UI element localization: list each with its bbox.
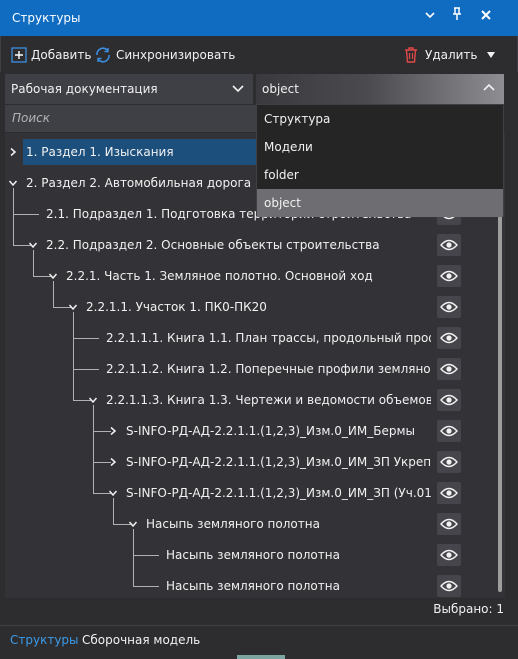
- chevron-down-icon[interactable]: [128, 519, 138, 529]
- toolbar: Добавить Синхронизировать Удалить: [0, 36, 518, 72]
- chevron-down-icon[interactable]: [68, 302, 78, 312]
- chevron-down-icon[interactable]: [420, 7, 440, 29]
- visibility-eye-icon[interactable]: [437, 265, 461, 287]
- tree-connector-line: [93, 405, 94, 493]
- chevron-down-icon[interactable]: [108, 488, 118, 498]
- tree-node-label: 2. Раздел 2. Автомобильная дорога: [26, 176, 252, 190]
- tree-node[interactable]: 2.2.1.1.3. Книга 1.3. Чертежи и ведомост…: [106, 387, 431, 413]
- type-option[interactable]: object: [257, 189, 503, 217]
- taskbar-fragment: [237, 655, 285, 659]
- visibility-eye-icon[interactable]: [437, 420, 461, 442]
- close-icon[interactable]: [476, 7, 496, 29]
- visibility-eye-icon[interactable]: [437, 327, 461, 349]
- sync-icon: [96, 47, 110, 63]
- type-option[interactable]: Модели: [257, 133, 503, 161]
- chevron-down-icon: [231, 81, 245, 98]
- tree-node-label: S-INFO-РД-АД-2.2.1.1.(1,2,3)_Изм.0_ИМ_ЗП…: [126, 455, 431, 469]
- tree-node-label: 2.2. Подраздел 2. Основные объекты строи…: [46, 238, 380, 252]
- tree-node[interactable]: Насыпь земляного полотна: [166, 573, 431, 598]
- chevron-right-icon[interactable]: [8, 147, 18, 157]
- visibility-eye-icon[interactable]: [437, 358, 461, 380]
- add-button-label: Добавить: [31, 48, 92, 62]
- tree-node-label: 2.2.1.1. Участок 1. ПК0-ПК20: [86, 300, 267, 314]
- tree-node[interactable]: 1. Раздел 1. Изыскания: [23, 139, 263, 165]
- tree-connector-line: [53, 281, 54, 307]
- tree-node[interactable]: 2.2.1. Часть 1. Земляное полотно. Основн…: [66, 263, 431, 289]
- visibility-eye-icon[interactable]: [437, 482, 461, 504]
- tree-node-label: S-INFO-РД-АД-2.2.1.1.(1,2,3)_Изм.0_ИМ_Бе…: [126, 424, 415, 438]
- tree-connector-line: [113, 498, 114, 524]
- tree-connector-line: [33, 250, 34, 276]
- tree-node-label: 2.2.1.1.1. Книга 1.1. План трассы, продо…: [106, 331, 431, 345]
- chevron-right-icon[interactable]: [108, 457, 118, 467]
- tree-node-label: 1. Раздел 1. Изыскания: [26, 145, 174, 159]
- tree-scrollbar[interactable]: [498, 216, 502, 592]
- add-button[interactable]: Добавить: [11, 45, 91, 65]
- tree-connector-line: [133, 555, 159, 556]
- tree-connector-line: [133, 586, 159, 587]
- delete-button-label: Удалить: [425, 48, 478, 62]
- trash-icon: [405, 47, 417, 63]
- sync-button[interactable]: Синхронизировать: [94, 45, 235, 65]
- add-icon: [11, 47, 27, 63]
- tree-connector-line: [73, 369, 99, 370]
- tree-node-label: Насыпь земляного полотна: [146, 517, 320, 531]
- pin-icon[interactable]: [447, 7, 467, 29]
- tree-node-label: S-INFO-РД-АД-2.2.1.1.(1,2,3)_Изм.0_ИМ_ЗП…: [126, 486, 431, 500]
- tree-connector-line: [73, 312, 74, 400]
- tree-node[interactable]: 2.2.1.1. Участок 1. ПК0-ПК20: [86, 294, 431, 320]
- tree-connector-line: [133, 529, 134, 586]
- doc-type-value: Рабочая документация: [11, 82, 158, 96]
- tree-node[interactable]: 2.2. Подраздел 2. Основные объекты строи…: [46, 232, 431, 258]
- type-option[interactable]: Структура: [257, 105, 503, 133]
- tree-node-label: Насыпь земляного полотна: [166, 548, 340, 562]
- chevron-down-icon[interactable]: [88, 395, 98, 405]
- chevron-down-icon[interactable]: [28, 240, 38, 250]
- tree-node[interactable]: Насыпь земляного полотна: [166, 542, 431, 568]
- visibility-eye-icon[interactable]: [437, 451, 461, 473]
- chevron-down-icon[interactable]: [48, 271, 58, 281]
- tree-connector-line: [13, 188, 14, 245]
- bottom-tabs: Структуры Сборочная модель: [0, 625, 518, 655]
- delete-button[interactable]: Удалить: [403, 45, 478, 65]
- title-bar: Структуры: [0, 0, 518, 36]
- tree-node-label: 2.2.1.1.2. Книга 1.2. Поперечные профили…: [106, 362, 431, 376]
- tree-node[interactable]: S-INFO-РД-АД-2.2.1.1.(1,2,3)_Изм.0_ИМ_ЗП…: [126, 480, 431, 506]
- tree-node-label: 2.2.1. Часть 1. Земляное полотно. Основн…: [66, 269, 373, 283]
- tree-node-label: Насыпь земляного полотна: [166, 579, 340, 593]
- selected-count: Выбрано: 1: [433, 602, 504, 616]
- visibility-eye-icon[interactable]: [437, 575, 461, 597]
- tab-assembly-model[interactable]: Сборочная модель: [82, 633, 200, 647]
- chevron-up-icon: [482, 81, 496, 98]
- visibility-eye-icon[interactable]: [437, 389, 461, 411]
- visibility-eye-icon[interactable]: [437, 513, 461, 535]
- tab-structures[interactable]: Структуры: [10, 633, 79, 647]
- tree-node[interactable]: Насыпь земляного полотна: [146, 511, 431, 537]
- chevron-down-icon[interactable]: [8, 178, 18, 188]
- tree-node[interactable]: S-INFO-РД-АД-2.2.1.1.(1,2,3)_Изм.0_ИМ_Бе…: [126, 418, 431, 444]
- tree-node[interactable]: S-INFO-РД-АД-2.2.1.1.(1,2,3)_Изм.0_ИМ_ЗП…: [126, 449, 431, 475]
- type-option[interactable]: folder: [257, 161, 503, 189]
- tree-node[interactable]: 2.2.1.1.1. Книга 1.1. План трассы, продо…: [106, 325, 431, 351]
- sync-button-label: Синхронизировать: [116, 48, 236, 62]
- tree-node[interactable]: 2.2.1.1.2. Книга 1.2. Поперечные профили…: [106, 356, 431, 382]
- type-select[interactable]: object: [256, 74, 504, 104]
- tree-connector-line: [73, 338, 99, 339]
- type-dropdown-list: Структура Модели folder object: [256, 104, 504, 217]
- chevron-right-icon[interactable]: [108, 426, 118, 436]
- doc-type-select[interactable]: Рабочая документация: [5, 74, 253, 104]
- search-input[interactable]: Поиск: [5, 105, 257, 132]
- tree-node-label: 2.2.1.1.3. Книга 1.3. Чертежи и ведомост…: [106, 393, 431, 407]
- visibility-eye-icon[interactable]: [437, 234, 461, 256]
- window-title: Структуры: [12, 11, 81, 25]
- type-value: object: [262, 82, 299, 96]
- visibility-eye-icon[interactable]: [437, 296, 461, 318]
- more-menu-icon[interactable]: [485, 45, 501, 65]
- visibility-eye-icon[interactable]: [437, 544, 461, 566]
- tree-connector-line: [13, 214, 39, 215]
